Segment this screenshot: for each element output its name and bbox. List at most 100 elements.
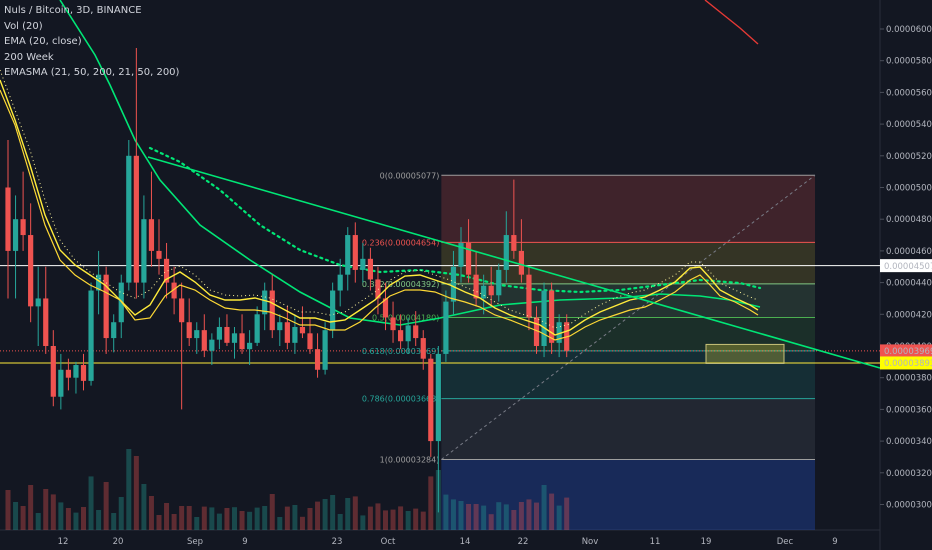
candle-body — [231, 333, 238, 343]
volume-bar — [209, 507, 215, 530]
volume-bar — [466, 504, 472, 530]
volume-bar — [292, 505, 298, 530]
time-axis-panel[interactable] — [0, 530, 880, 550]
price-badge-label: 0.00004507 — [884, 262, 932, 272]
volume-bar — [43, 489, 49, 530]
price-tick-label: 0.00003000 — [886, 501, 932, 511]
volume-bar — [216, 513, 222, 530]
volume-bar — [360, 515, 366, 530]
candle-body — [28, 235, 34, 307]
volume-bar — [5, 490, 11, 530]
volume-bar — [58, 502, 64, 530]
price-tick-label: 0.00003200 — [886, 469, 932, 479]
volume-bar — [81, 507, 86, 530]
price-badge[interactable]: 0.00003969 — [880, 344, 932, 358]
candle-body — [247, 342, 253, 350]
volume-bar — [526, 499, 532, 530]
volume-bar — [541, 485, 547, 530]
price-tick-label: 0.00005400 — [886, 120, 932, 130]
volume-bar — [28, 485, 34, 530]
volume-bar — [156, 515, 162, 530]
candle-body — [518, 250, 524, 275]
candle-body — [496, 269, 502, 296]
volume-bar — [141, 484, 147, 530]
volume-bar — [443, 494, 449, 530]
volume-bar — [511, 510, 517, 530]
candle-body — [352, 235, 358, 270]
time-tick-label: 14 — [460, 537, 471, 547]
fib-zone — [441, 398, 815, 460]
legend-volume[interactable]: Vol (20) — [4, 19, 179, 35]
price-badge[interactable]: 0.00004507 — [880, 259, 932, 273]
price-tick-label: 0.00006000 — [886, 25, 932, 35]
fib-level-label: 0.786(0.00003668) — [362, 395, 440, 404]
price-tick-label: 0.00004200 — [886, 310, 932, 320]
candle-body — [73, 365, 79, 378]
candle-body — [148, 219, 155, 251]
fib-level-label: 0.5(0.00004180) — [372, 313, 439, 322]
price-tick-label: 0.00003600 — [886, 405, 932, 415]
candle-body — [307, 333, 313, 350]
volume-bar — [35, 513, 41, 530]
volume-bar — [503, 504, 509, 530]
volume-bar — [186, 506, 192, 530]
candle-body — [367, 258, 373, 280]
candle-body — [390, 317, 396, 331]
legend-emasma[interactable]: EMASMA (21, 50, 200, 21, 50, 200) — [4, 65, 179, 81]
candle-body — [443, 301, 449, 354]
volume-bar — [413, 508, 419, 530]
price-tick-label: 0.00005600 — [886, 88, 932, 98]
volume-bar — [450, 499, 456, 530]
candle-body — [254, 314, 260, 343]
support-rectangle[interactable] — [705, 343, 785, 364]
volume-bar — [164, 503, 170, 530]
candle-body — [398, 330, 404, 342]
price-tick-label: 0.00003800 — [886, 374, 932, 384]
time-tick-label: 23 — [332, 537, 343, 547]
volume-bar — [50, 494, 56, 530]
candle-body — [330, 290, 336, 331]
candle-body — [133, 155, 139, 283]
candle-body — [420, 338, 426, 359]
candle-body — [111, 322, 117, 339]
price-axis-panel[interactable] — [880, 0, 932, 550]
price-tick-label: 0.00004800 — [886, 215, 932, 225]
fib-level-label: 0.382(0.00004392) — [362, 280, 440, 289]
candle-body — [239, 333, 245, 350]
volume-bar — [179, 506, 185, 530]
volume-bar — [352, 496, 358, 530]
volume-bar — [73, 512, 79, 530]
volume-bar — [13, 502, 19, 530]
candle-body — [428, 358, 434, 442]
candle-body — [65, 369, 71, 378]
price-badge[interactable]: 0.00003893 — [880, 356, 932, 370]
volume-bar — [247, 511, 253, 530]
volume-bar — [473, 504, 479, 530]
time-tick-label: 22 — [518, 537, 529, 547]
price-tick-label: 0.00004400 — [886, 279, 932, 289]
legend-ema[interactable]: EMA (20, close) — [4, 34, 179, 50]
volume-bar — [556, 505, 562, 530]
volume-bar — [118, 497, 124, 530]
candle-body — [360, 258, 366, 270]
volume-bar — [375, 503, 381, 530]
volume-bar — [367, 506, 373, 530]
time-tick-label: 9 — [832, 537, 837, 547]
legend-200-week[interactable]: 200 Week — [4, 50, 179, 66]
volume-bar — [111, 513, 117, 530]
candle-body — [299, 326, 306, 334]
volume-bar — [20, 506, 26, 530]
legend-symbol-title[interactable]: Nuls / Bitcoin, 3D, BINANCE — [4, 3, 179, 19]
volume-bar — [383, 510, 388, 530]
price-chart[interactable]: 0.00006000 0.00005800 0.00005600 0.00005400… — [0, 0, 932, 550]
volume-bar — [534, 502, 539, 530]
candle-body — [58, 369, 64, 397]
candle-body — [201, 330, 207, 351]
volume-bar — [224, 508, 230, 530]
volume-bar — [496, 502, 502, 530]
volume-bar — [148, 496, 154, 530]
time-tick-label: Sep — [187, 537, 203, 547]
price-badge-label: 0.00003893 — [884, 359, 932, 369]
volume-bar — [133, 456, 139, 530]
volume-bar — [103, 482, 109, 530]
